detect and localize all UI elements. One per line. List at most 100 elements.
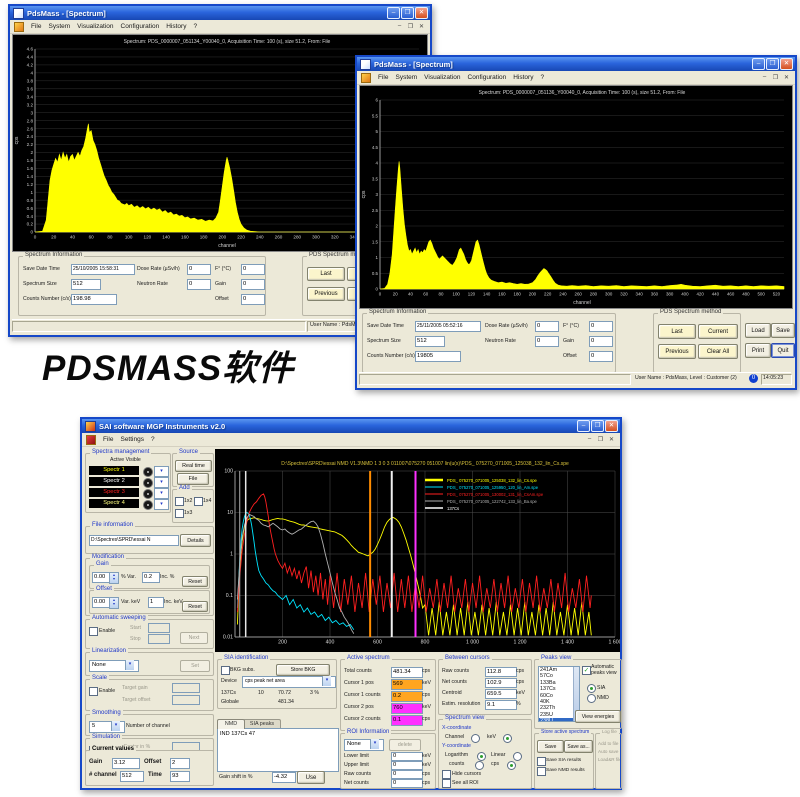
close-button[interactable]: ✕ [605,420,618,432]
close-button[interactable]: ✕ [415,7,428,19]
lower-limit-field[interactable]: 0 [391,752,423,761]
neutron-rate-field[interactable]: 0 [187,279,211,290]
kev-radio[interactable] [503,734,512,743]
menu-file[interactable]: File [31,23,41,30]
spectrum-1-visible-select[interactable]: ▾ [154,466,169,477]
spectrum-2-active-radio[interactable] [143,478,153,488]
maximize-button[interactable]: ❐ [766,58,779,70]
dropdown-icon[interactable]: ▾ [322,676,331,686]
sia-radio[interactable] [587,684,596,693]
menu-help[interactable]: ? [193,23,197,30]
temperature-field[interactable]: 0 [589,321,613,332]
real-time-button[interactable]: Real time [175,460,212,472]
counts-radio[interactable] [475,761,484,770]
sweeping-enable-checkbox[interactable] [89,627,98,636]
menu-settings[interactable]: Settings [120,436,144,443]
file-path-field[interactable]: D:\Spectres\SPRD\essai N [89,535,179,546]
spectrum-4-visible-select[interactable]: ▾ [154,499,169,510]
store-bkg-button[interactable]: Store BKG [276,664,330,676]
minimize-button[interactable]: – [387,7,400,19]
last-button[interactable]: Last [658,324,696,339]
menu-history[interactable]: History [513,74,533,81]
spectrum-4-row[interactable]: Spectr 4 [89,499,139,508]
dropdown-icon[interactable]: ▾ [111,721,120,731]
save-date-field[interactable]: 25/11/2005 05:52:16 [415,321,481,332]
upper-limit-field[interactable]: 0 [391,761,423,770]
mdi-close-icon[interactable]: ✕ [607,436,616,443]
mdi-minimize-icon[interactable]: – [585,436,594,443]
spectrum-2-visible-select[interactable]: ▾ [154,477,169,488]
gain-field[interactable]: 0 [241,279,265,290]
mdi-close-icon[interactable]: ✕ [782,74,791,81]
cps-radio[interactable] [507,761,516,770]
dose-rate-field[interactable]: 0 [535,321,559,332]
menu-help[interactable]: ? [151,436,155,443]
previous-button[interactable]: Previous [658,344,696,359]
list-item[interactable]: Auto save [598,748,620,756]
logarithm-radio[interactable] [477,752,486,761]
gain-field[interactable]: 0 [589,336,613,347]
mdi-restore-icon[interactable]: ❐ [596,436,605,443]
minimize-button[interactable]: – [577,420,590,432]
scale-enable-checkbox[interactable] [89,687,98,696]
dose-rate-field[interactable]: 0 [187,264,211,275]
menu-history[interactable]: History [166,23,186,30]
spectrum-1-row[interactable]: Spectr 1 [89,466,139,475]
title-bar-1[interactable]: PdsMass - [Spectrum] – ❐ ✕ [10,6,430,20]
list-item[interactable]: Load&R files [598,756,620,764]
neutron-rate-field[interactable]: 0 [535,336,559,347]
spectrum-3-visible-select[interactable]: ▾ [154,488,169,499]
menu-visualization[interactable]: Visualization [77,23,113,30]
mdi-minimize-icon[interactable]: – [760,74,769,81]
gain-shift-field[interactable]: -4.32 [272,772,296,783]
load-button[interactable]: Load [745,323,771,338]
offset-field[interactable]: 0 [589,351,613,362]
spectrum-size-field[interactable]: 512 [71,279,101,290]
save-date-field[interactable]: 25/10/2005 15:58:31 [71,264,135,275]
offset-spinner[interactable]: ▴▾ [109,597,119,609]
temperature-field[interactable]: 0 [241,264,265,275]
spectrum-size-field[interactable]: 512 [415,336,445,347]
gain-reset-button[interactable]: Reset [182,576,208,587]
menu-configuration[interactable]: Configuration [121,23,160,30]
clear-all-button[interactable]: Clear All [698,344,738,359]
close-button[interactable]: ✕ [780,58,793,70]
details-button[interactable]: Details [180,534,211,547]
quit-button[interactable]: Quit [771,343,795,358]
file-button[interactable]: File [177,473,209,485]
tab-nmd[interactable]: NMD [217,719,245,729]
save-spectrum-button[interactable]: Save [537,740,564,753]
linear-radio[interactable] [513,752,522,761]
nmd-radio[interactable] [587,694,596,703]
mdi-restore-icon[interactable]: ❐ [771,74,780,81]
dropdown-icon[interactable]: ▾ [370,739,379,749]
spin-down-icon[interactable]: ▾ [113,576,115,581]
menu-visualization[interactable]: Visualization [424,74,460,81]
title-bar-2[interactable]: PdsMass - [Spectrum] – ❐ ✕ [357,57,795,71]
add-1x4-checkbox[interactable] [194,497,203,506]
list-item[interactable]: 238U [539,718,579,722]
mdi-restore-icon[interactable]: ❐ [406,23,415,30]
menu-file[interactable]: File [378,74,388,81]
menu-help[interactable]: ? [540,74,544,81]
previous-button[interactable]: Previous [307,287,345,301]
add-1x2-checkbox[interactable] [175,497,184,506]
gain-inc-field[interactable]: 0.2 [142,572,160,583]
channel-radio[interactable] [471,734,480,743]
last-button[interactable]: Last [307,267,345,281]
minimize-button[interactable]: – [752,58,765,70]
current-button[interactable]: Current [698,324,738,339]
dropdown-icon[interactable]: ▾ [125,660,134,670]
maximize-button[interactable]: ❐ [401,7,414,19]
menu-configuration[interactable]: Configuration [468,74,507,81]
spectrum-4-active-radio[interactable] [143,500,153,510]
spectrum-1-active-radio[interactable] [143,467,153,477]
counts-number-field[interactable]: 198.98 [71,294,117,305]
print-button[interactable]: Print [745,343,771,358]
peaks-listbox[interactable]: 241Am57Co133Ba137Cs60Co40K232Th235U238U [538,666,580,722]
spectrum-3-row[interactable]: Spectr 3 [89,488,139,497]
mdi-close-icon[interactable]: ✕ [417,23,426,30]
offset-reset-button[interactable]: Reset [182,601,208,612]
gain-spinner[interactable]: ▴▾ [109,572,119,584]
counts-number-field[interactable]: 19805 [415,351,461,362]
